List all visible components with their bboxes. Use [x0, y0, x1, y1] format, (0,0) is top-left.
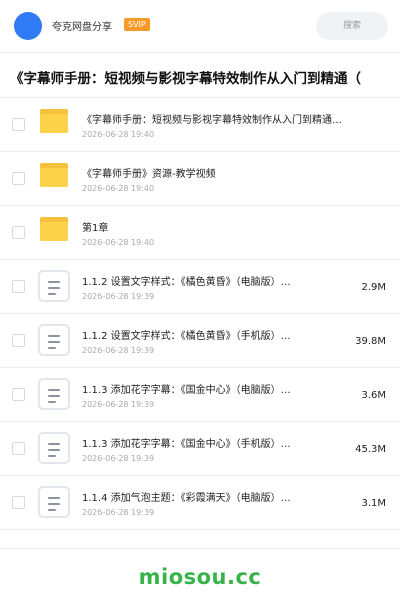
item-checkbox[interactable] [12, 334, 25, 347]
folder-icon [40, 163, 68, 187]
item-date: 2026-06-28 19:40 [82, 130, 155, 139]
list-item[interactable]: 第1章 2026-06-28 19:40 [0, 206, 400, 260]
document-icon [38, 432, 70, 464]
item-date: 2026-06-28 19:40 [82, 238, 155, 247]
page-title: 《字幕师手册：短视频与影视字幕特效制作从入门到精通（ [10, 71, 361, 87]
list-item[interactable]: 1.1.2 设置文字样式：《橘色黄昏》（电脑版）… 2026-06-28 19:… [0, 260, 400, 314]
list-item[interactable]: 1.1.4 添加气泡主题：《彩霞满天》（电脑版）… 2026-06-28 19:… [0, 476, 400, 530]
top-header: 夸克网盘分享 SVIP 搜索 [0, 0, 400, 52]
list-item[interactable]: 《字幕师手册：短视频与影视字幕特效制作从入门到精通… 2026-06-28 19… [0, 98, 400, 152]
item-checkbox[interactable] [12, 226, 25, 239]
document-icon [38, 270, 70, 302]
item-name: 1.1.3 添加花字字幕：《国金中心》（手机版）… [82, 439, 291, 450]
item-name: 1.1.3 添加花字字幕：《国金中心》（电脑版）… [82, 385, 291, 396]
item-name: 1.1.2 设置文字样式：《橘色黄昏》（电脑版）… [82, 277, 291, 288]
item-name: 《字幕师手册》资源-教学视频 [82, 169, 216, 180]
item-date: 2026-06-28 19:40 [82, 184, 155, 193]
item-checkbox[interactable] [12, 280, 25, 293]
document-icon [38, 324, 70, 356]
item-name: 第1章 [82, 223, 109, 234]
item-date: 2026-06-28 19:39 [82, 508, 155, 517]
item-size: 45.3M [355, 444, 386, 455]
folder-icon [40, 109, 68, 133]
item-size: 3.6M [361, 390, 386, 401]
item-date: 2026-06-28 19:39 [82, 292, 155, 301]
item-date: 2026-06-28 19:39 [82, 346, 155, 355]
folder-icon [40, 217, 68, 241]
item-checkbox[interactable] [12, 118, 25, 131]
item-name: 《字幕师手册：短视频与影视字幕特效制作从入门到精通… [82, 115, 342, 126]
item-date: 2026-06-28 19:39 [82, 454, 155, 463]
item-size: 39.8M [355, 336, 386, 347]
item-checkbox[interactable] [12, 172, 25, 185]
list-item[interactable]: 1.1.3 添加花字字幕：《国金中心》（手机版）… 2026-06-28 19:… [0, 422, 400, 476]
avatar[interactable] [14, 12, 42, 40]
item-checkbox[interactable] [12, 496, 25, 509]
item-checkbox[interactable] [12, 388, 25, 401]
item-name: 1.1.2 设置文字样式：《橘色黄昏》（手机版）… [82, 331, 291, 342]
brand-watermark: miosou.cc [138, 565, 262, 589]
footer: miosou.cc [0, 548, 400, 600]
username: 夸克网盘分享 [52, 22, 112, 33]
search-input[interactable]: 搜索 [316, 12, 388, 40]
file-list: 《字幕师手册：短视频与影视字幕特效制作从入门到精通… 2026-06-28 19… [0, 98, 400, 530]
item-date: 2026-06-28 19:39 [82, 400, 155, 409]
list-item[interactable]: 《字幕师手册》资源-教学视频 2026-06-28 19:40 [0, 152, 400, 206]
svip-badge: SVIP [124, 18, 150, 31]
item-size: 3.1M [361, 498, 386, 509]
list-item[interactable]: 1.1.2 设置文字样式：《橘色黄昏》（手机版）… 2026-06-28 19:… [0, 314, 400, 368]
document-icon [38, 486, 70, 518]
document-icon [38, 378, 70, 410]
item-size: 2.9M [361, 282, 386, 293]
share-title-bar: 《字幕师手册：短视频与影视字幕特效制作从入门到精通（ [0, 52, 400, 98]
list-item[interactable]: 1.1.3 添加花字字幕：《国金中心》（电脑版）… 2026-06-28 19:… [0, 368, 400, 422]
item-name: 1.1.4 添加气泡主题：《彩霞满天》（电脑版）… [82, 493, 291, 504]
item-checkbox[interactable] [12, 442, 25, 455]
